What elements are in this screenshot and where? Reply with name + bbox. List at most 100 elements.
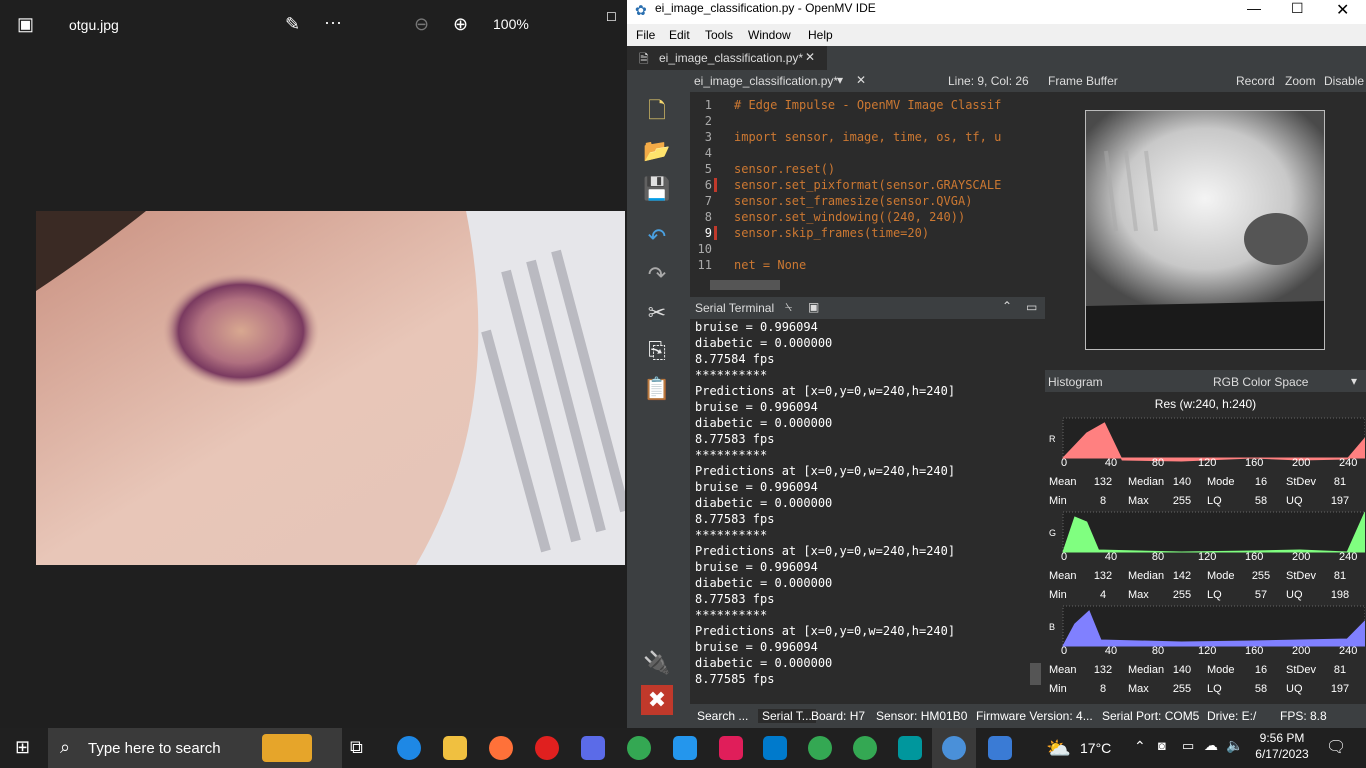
maximize-icon[interactable]: ☐ [1291, 0, 1304, 17]
line-number: 10 [697, 242, 712, 256]
file-dropdown-icon[interactable]: ▾ [837, 73, 843, 87]
frame-buffer-header: Frame Buffer Record Zoom Disable [1045, 70, 1366, 92]
taskbar-search[interactable]: ⌕ Type here to search [48, 728, 342, 768]
menu-tools[interactable]: Tools [705, 28, 733, 42]
copy-icon[interactable]: ⎘ [641, 336, 673, 366]
undock-icon[interactable]: ▭ [1026, 300, 1037, 314]
code-line: sensor.reset() [734, 162, 836, 176]
serial-terminal: bruise = 0.996094 diabetic = 0.000000 8.77… [690, 319, 1027, 701]
chrome-icon[interactable] [627, 736, 651, 760]
minimize-icon[interactable]: — [1247, 0, 1261, 16]
chrome-profile-icon[interactable] [808, 736, 832, 760]
maximize-icon[interactable]: ☐ [606, 10, 617, 24]
notification-icon[interactable]: 🗨 [1326, 737, 1346, 757]
code-line: net = None [734, 258, 807, 272]
paste-icon[interactable]: 📋 [641, 374, 673, 404]
tab-file[interactable]: 🗎 ei_image_classification.py* ✕ [627, 46, 827, 70]
zoom-in-icon[interactable]: ⊕ [453, 14, 468, 35]
stop-icon[interactable]: ✖ [641, 685, 673, 715]
weather-temp[interactable]: 17°C [1080, 740, 1111, 756]
arduino-icon[interactable] [898, 736, 922, 760]
zoom-out-icon[interactable]: ⊖ [414, 14, 429, 35]
cloud-icon[interactable]: ☁ [1204, 737, 1218, 754]
openmv-taskbar-item[interactable] [932, 728, 976, 768]
windows-start-icon[interactable]: ⊞ [15, 737, 30, 758]
search-tab[interactable]: Search ... [697, 709, 748, 723]
save-log-icon[interactable]: ▣ [808, 300, 819, 314]
histogram-grid [1062, 511, 1365, 553]
gallery-icon[interactable]: ▣ [17, 14, 34, 35]
axis-tick: 200 [1292, 457, 1311, 469]
camera-icon[interactable]: ◙ [1158, 738, 1166, 753]
opera-icon[interactable] [535, 736, 559, 760]
slack-icon[interactable] [719, 736, 743, 760]
editor-hscrollbar[interactable] [690, 277, 1045, 293]
code-editor[interactable]: 1 # Edge Impulse - OpenMV Image Classif 2 3… [690, 92, 1045, 277]
new-file-icon[interactable]: 🗋 [641, 98, 673, 128]
menu-edit[interactable]: Edit [669, 28, 690, 42]
save-icon[interactable]: 💾 [641, 174, 673, 204]
axis-tick: 120 [1198, 551, 1217, 563]
color-space-select[interactable]: RGB Color Space [1213, 375, 1308, 389]
chrome-profile-2-icon[interactable] [853, 736, 877, 760]
stat-label: StDev [1286, 570, 1316, 582]
task-view-icon[interactable]: ⧉ [350, 737, 363, 758]
stat-max: 255 [1172, 495, 1192, 507]
serial-line: bruise = 0.996094 [695, 640, 818, 654]
stat-label: Mode [1207, 664, 1235, 676]
status-bar: Search ... Serial T... Board: H7 Sensor:… [690, 704, 1366, 728]
edit-icon[interactable]: ✎ [285, 14, 300, 35]
serial-tab[interactable]: Serial T... [758, 709, 816, 723]
redo-icon[interactable]: ↷ [641, 260, 673, 290]
menu-window[interactable]: Window [748, 28, 791, 42]
scroll-thumb[interactable] [1030, 663, 1041, 685]
clear-icon[interactable]: ⍀ [785, 300, 792, 315]
firefox-icon[interactable] [489, 736, 513, 760]
photos-icon[interactable] [988, 736, 1012, 760]
menu-help[interactable]: Help [808, 28, 833, 42]
histogram-axis: 0 40 80 120 160 200 240 [1045, 457, 1366, 471]
edge-icon[interactable] [397, 736, 421, 760]
more-icon[interactable]: ··· [324, 12, 342, 33]
weather-icon[interactable]: ⛅ [1046, 736, 1071, 761]
serial-vscrollbar[interactable] [1027, 319, 1045, 701]
close-editor-icon[interactable]: ✕ [856, 73, 866, 87]
serial-line: 8.77583 fps [695, 432, 775, 446]
chevron-down-icon[interactable]: ▾ [1351, 374, 1357, 388]
code-line: sensor.set_windowing((240, 240)) [734, 210, 966, 224]
power-automate-icon[interactable] [581, 736, 605, 760]
line-number: 6 [704, 178, 712, 192]
docker-icon[interactable] [673, 736, 697, 760]
channel-label: B [1049, 622, 1055, 632]
disable-button[interactable]: Disable [1324, 74, 1364, 88]
battery-icon[interactable]: ▭ [1182, 738, 1194, 754]
stat-uq: 197 [1330, 495, 1350, 507]
zoom-button[interactable]: Zoom [1285, 74, 1316, 88]
undo-icon[interactable]: ↶ [641, 222, 673, 252]
vscode-icon[interactable] [763, 736, 787, 760]
clock[interactable]: 9:56 PM 6/17/2023 [1250, 731, 1314, 761]
stat-label: Median [1128, 570, 1165, 582]
menu-file[interactable]: File [636, 28, 655, 42]
stat-label: Max [1128, 683, 1149, 695]
chevron-up-icon[interactable]: ⌃ [1134, 738, 1146, 755]
volume-icon[interactable]: 🔈 [1226, 737, 1243, 754]
close-icon[interactable]: ✕ [1336, 0, 1349, 20]
scroll-thumb[interactable] [710, 280, 780, 290]
serial-port-label[interactable]: Serial Port: COM5 [1102, 709, 1199, 723]
editor-file-select[interactable]: ei_image_classification.py* [694, 74, 838, 88]
serial-line: 8.77585 fps [695, 672, 775, 686]
cut-icon[interactable]: ✂ [641, 298, 673, 328]
briefcase-icon[interactable] [262, 734, 312, 762]
drive-label[interactable]: Drive: E:/ [1207, 709, 1256, 723]
connect-icon[interactable]: 🔌 [641, 648, 673, 678]
file-explorer-icon[interactable] [443, 736, 467, 760]
close-tab-icon[interactable]: ✕ [805, 50, 815, 64]
collapse-icon[interactable]: ⌃ [1002, 299, 1012, 313]
stat-label: Min [1049, 683, 1067, 695]
editor-vscrollbar[interactable] [1027, 92, 1045, 277]
open-file-icon[interactable]: 📂 [641, 136, 673, 166]
clock-date: 6/17/2023 [1255, 747, 1309, 761]
firmware-label[interactable]: Firmware Version: 4... [976, 709, 1093, 723]
record-button[interactable]: Record [1236, 74, 1275, 88]
